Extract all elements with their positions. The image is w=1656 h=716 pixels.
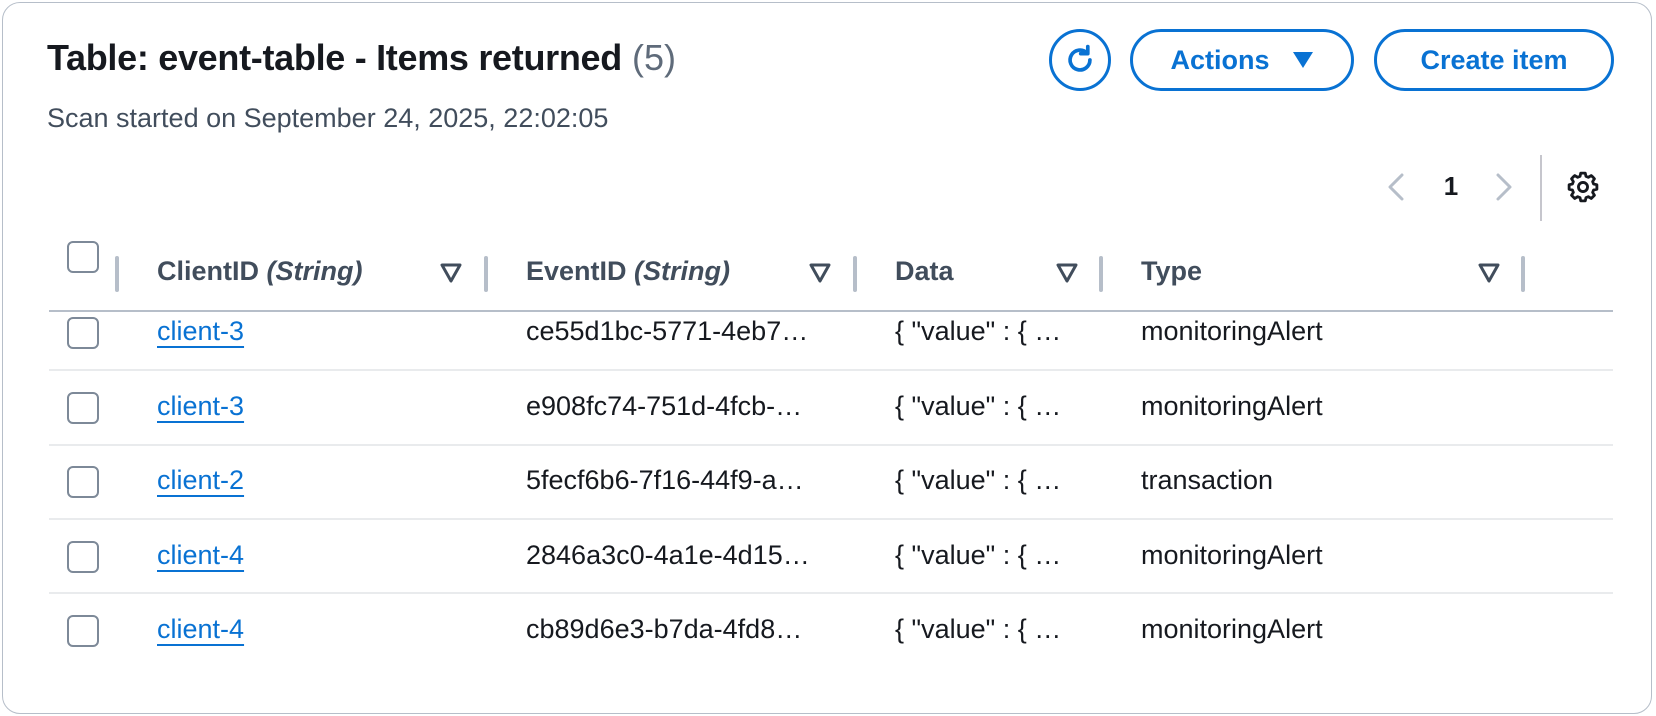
sort-icon[interactable] (1477, 261, 1501, 285)
column-name: Data (895, 256, 954, 286)
column-resizer[interactable] (853, 256, 857, 292)
row-divider (49, 592, 1613, 594)
column-name: EventID (526, 256, 627, 286)
previous-page-button[interactable] (1381, 169, 1411, 205)
client-id-link[interactable]: client-4 (157, 540, 244, 571)
actions-dropdown-button[interactable]: Actions (1130, 29, 1354, 91)
column-resizer[interactable] (115, 256, 119, 292)
table-panel: Table: event-table - Items returned (5) … (2, 2, 1652, 714)
row-divider (49, 444, 1613, 446)
row-checkbox[interactable] (67, 317, 99, 349)
type-cell: monitoringAlert (1141, 540, 1323, 570)
table-title: Table: event-table - Items returned (47, 37, 622, 78)
event-id-cell: 2846a3c0-4a1e-4d15… (526, 540, 810, 570)
header-divider (49, 310, 1613, 312)
next-page-button[interactable] (1489, 169, 1519, 205)
data-cell: { "value" : { … (895, 391, 1062, 421)
page-title: Table: event-table - Items returned (5) (47, 37, 676, 79)
sort-icon[interactable] (439, 261, 463, 285)
sort-icon[interactable] (1055, 261, 1079, 285)
scan-timestamp: Scan started on September 24, 2025, 22:0… (47, 103, 609, 133)
items-count: (5) (631, 37, 676, 78)
column-header-eventid[interactable]: EventID (String) (526, 256, 730, 287)
column-header-clientid[interactable]: ClientID (String) (157, 256, 363, 287)
page-number[interactable]: 1 (1433, 171, 1469, 202)
caret-down-icon (1292, 52, 1313, 68)
event-id-cell: 5fecf6b6-7f16-44f9-a… (526, 465, 804, 495)
type-cell: monitoringAlert (1141, 391, 1323, 421)
column-resizer[interactable] (1521, 256, 1525, 292)
refresh-icon (1068, 44, 1092, 72)
type-cell: transaction (1141, 465, 1274, 495)
row-checkbox[interactable] (67, 466, 99, 498)
event-id-cell: ce55d1bc-5771-4eb7… (526, 316, 809, 346)
data-cell: { "value" : { … (895, 465, 1062, 495)
create-item-button[interactable]: Create item (1374, 29, 1614, 91)
select-all-checkbox[interactable] (67, 241, 99, 273)
column-resizer[interactable] (1099, 256, 1103, 292)
client-id-link[interactable]: client-4 (157, 614, 244, 645)
gear-icon (1567, 171, 1599, 203)
row-checkbox[interactable] (67, 541, 99, 573)
refresh-button[interactable] (1049, 29, 1111, 91)
column-resizer[interactable] (484, 256, 488, 292)
column-type: (String) (266, 256, 363, 286)
row-checkbox[interactable] (67, 615, 99, 647)
chevron-left-icon (1388, 173, 1404, 201)
column-header-type[interactable]: Type (1141, 256, 1202, 287)
client-id-link[interactable]: client-3 (157, 316, 244, 347)
column-header-data[interactable]: Data (895, 256, 954, 287)
column-name: Type (1141, 256, 1203, 286)
pagination-divider (1540, 155, 1542, 221)
column-type: (String) (634, 256, 731, 286)
event-id-cell: e908fc74-751d-4fcb-… (526, 391, 803, 421)
data-cell: { "value" : { … (895, 316, 1062, 346)
row-checkbox[interactable] (67, 392, 99, 424)
row-divider (49, 518, 1613, 520)
preferences-button[interactable] (1565, 169, 1601, 205)
data-cell: { "value" : { … (895, 614, 1062, 644)
event-id-cell: cb89d6e3-b7da-4fd8… (526, 614, 803, 644)
chevron-right-icon (1496, 173, 1512, 201)
client-id-link[interactable]: client-2 (157, 465, 244, 496)
actions-label: Actions (1170, 44, 1270, 75)
type-cell: monitoringAlert (1141, 316, 1323, 346)
create-item-label: Create item (1420, 44, 1568, 75)
column-name: ClientID (157, 256, 260, 286)
client-id-link[interactable]: client-3 (157, 391, 244, 422)
data-cell: { "value" : { … (895, 540, 1062, 570)
type-cell: monitoringAlert (1141, 614, 1323, 644)
sort-icon[interactable] (808, 261, 832, 285)
row-divider (49, 369, 1613, 371)
